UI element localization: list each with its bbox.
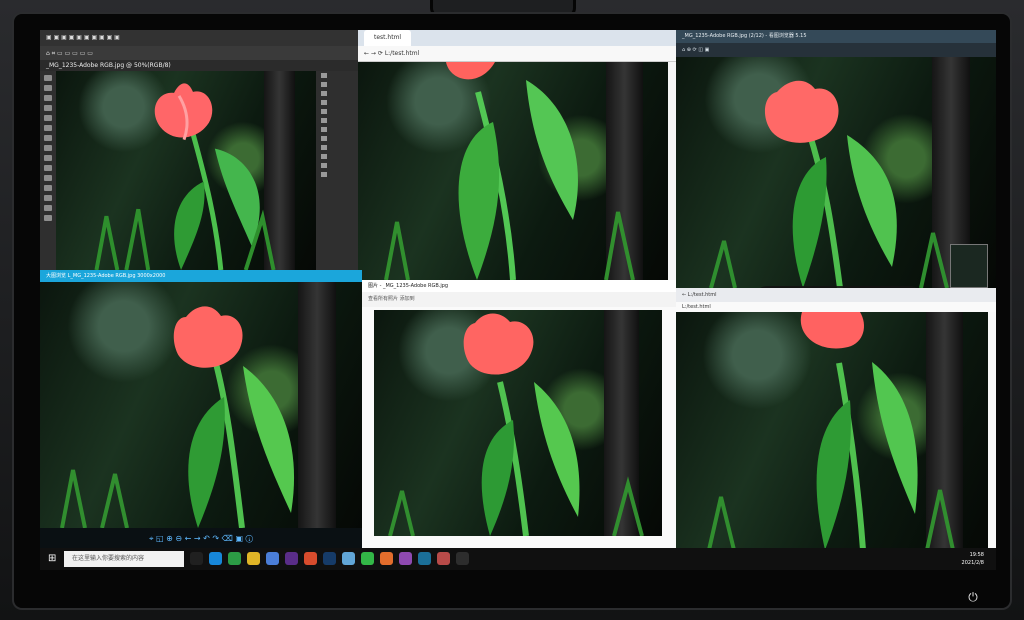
panel-item[interactable] bbox=[316, 89, 358, 98]
tool-icon[interactable] bbox=[44, 175, 52, 181]
power-icon[interactable]: ⏻ bbox=[966, 590, 980, 604]
app-icon[interactable] bbox=[190, 552, 203, 565]
tool-icon[interactable] bbox=[44, 95, 52, 101]
browser-window-lower-right[interactable]: ← L:/test.html L:/test.html bbox=[676, 288, 996, 550]
tulip-image bbox=[709, 80, 949, 288]
photoshop-toolbar[interactable] bbox=[40, 71, 56, 270]
viewer-toolbar[interactable]: ⌂ ⊕ ⟳ ◫ ▣ bbox=[676, 43, 996, 57]
panel-item[interactable] bbox=[316, 143, 358, 152]
windows-taskbar[interactable]: ⊞ 在这里输入你要搜索的内容 19:58 2021/2/8 bbox=[40, 548, 996, 570]
panel-item[interactable] bbox=[316, 161, 358, 170]
lower-left-image-toolbar[interactable]: ⌖ ◱ ⊕ ⊖ ← → ↶ ↷ ⌫ ▣ ⓘ bbox=[40, 528, 362, 550]
photo-viewer-window[interactable]: _MG_1235-Adobe RGB.jpg (2/12) - 看图浏览器 5.… bbox=[676, 30, 996, 288]
viewer-thumbnail[interactable] bbox=[950, 244, 988, 288]
app-icon[interactable] bbox=[361, 552, 374, 565]
app-icon[interactable] bbox=[456, 552, 469, 565]
photos-command-bar[interactable]: 查看所有照片 添加到 bbox=[362, 292, 676, 307]
image-viewer-lower-left[interactable]: 大图浏览 L_MG_1235-Adobe RGB.jpg 3000x2000 ⌖… bbox=[40, 270, 362, 550]
app-icon[interactable] bbox=[247, 552, 260, 565]
browser-address-bar[interactable]: ← → ⟳ L:/test.html bbox=[358, 46, 676, 62]
tool-icon[interactable] bbox=[44, 125, 52, 131]
windows-start-icon[interactable]: ⊞ bbox=[48, 554, 58, 564]
tool-icon[interactable] bbox=[44, 165, 52, 171]
taskbar-search-box[interactable]: 在这里输入你要搜索的内容 bbox=[64, 551, 184, 567]
tool-icon[interactable] bbox=[44, 115, 52, 121]
desktop-screen: ▣ ▣ ▣ ▣ ▣ ▣ ▣ ▣ ▣ ▣ ⌂ ⌗ ▭ ▭ ▭ ▭ ▭ _MG_12… bbox=[40, 30, 996, 570]
photos-title-bar[interactable]: 图片 - _MG_1235-Adobe RGB.jpg bbox=[362, 280, 676, 292]
mini-browser-tab-strip[interactable]: ← L:/test.html bbox=[676, 288, 996, 302]
browser-url-text[interactable]: L:/test.html bbox=[385, 50, 419, 57]
tulip-photo-browser-lower bbox=[676, 312, 988, 550]
app-icon[interactable] bbox=[342, 552, 355, 565]
taskbar-clock-date: 2021/2/8 bbox=[961, 560, 984, 566]
tulip-image bbox=[707, 312, 955, 550]
panel-item[interactable] bbox=[316, 80, 358, 89]
panel-item[interactable] bbox=[316, 71, 358, 80]
taskbar-clock-time: 19:58 bbox=[969, 552, 984, 558]
taskbar-app-icons[interactable] bbox=[190, 552, 840, 566]
tool-icon[interactable] bbox=[44, 185, 52, 191]
panel-item[interactable] bbox=[316, 170, 358, 179]
tool-icon[interactable] bbox=[44, 75, 52, 81]
photoshop-panels[interactable] bbox=[316, 71, 358, 270]
panel-item[interactable] bbox=[316, 107, 358, 116]
tulip-photo-canvas bbox=[56, 71, 316, 270]
browser-window-top-middle[interactable]: test.html ← → ⟳ L:/test.html bbox=[358, 30, 676, 280]
tulip-photo-lower-left bbox=[40, 282, 362, 528]
tulip-image bbox=[94, 83, 276, 270]
monitor-photo-scene: ⏻ ▣ ▣ ▣ ▣ ▣ ▣ ▣ ▣ ▣ ▣ ⌂ ⌗ ▭ ▭ ▭ ▭ ▭ _MG_… bbox=[0, 0, 1024, 620]
app-icon[interactable] bbox=[304, 552, 317, 565]
app-icon[interactable] bbox=[209, 552, 222, 565]
tool-icon[interactable] bbox=[44, 195, 52, 201]
mini-browser-tab[interactable]: L:/test.html bbox=[688, 292, 717, 298]
tulip-image bbox=[384, 62, 635, 280]
system-tray[interactable]: 19:58 2021/2/8 bbox=[896, 551, 984, 567]
photos-app-window[interactable]: 图片 - _MG_1235-Adobe RGB.jpg 查看所有照片 添加到 bbox=[362, 280, 676, 550]
tulip-photo-viewer: ▲ ☰ + − ↶ ↷ ▭ ◉ ‹ › bbox=[676, 57, 996, 288]
photoshop-menu-bar[interactable]: ▣ ▣ ▣ ▣ ▣ ▣ ▣ ▣ ▣ ▣ bbox=[40, 30, 358, 46]
mini-browser-fav-text[interactable]: L:/test.html bbox=[682, 304, 711, 310]
tulip-image bbox=[60, 306, 295, 528]
panel-item[interactable] bbox=[316, 152, 358, 161]
app-icon[interactable] bbox=[266, 552, 279, 565]
tool-icon[interactable] bbox=[44, 135, 52, 141]
browser-tab[interactable]: test.html bbox=[364, 30, 412, 46]
panel-item[interactable] bbox=[316, 116, 358, 125]
photoshop-document-tab[interactable]: _MG_1235-Adobe RGB.jpg @ 50%(RGB/8) bbox=[40, 60, 358, 71]
app-icon[interactable] bbox=[323, 552, 336, 565]
app-icon[interactable] bbox=[437, 552, 450, 565]
app-icon[interactable] bbox=[380, 552, 393, 565]
app-icon[interactable] bbox=[399, 552, 412, 565]
app-icon[interactable] bbox=[228, 552, 241, 565]
panel-item[interactable] bbox=[316, 134, 358, 143]
tool-icon[interactable] bbox=[44, 145, 52, 151]
tulip-image bbox=[388, 313, 644, 536]
mini-browser-favorites-bar[interactable]: L:/test.html bbox=[676, 302, 996, 312]
app-icon[interactable] bbox=[418, 552, 431, 565]
photoshop-window[interactable]: ▣ ▣ ▣ ▣ ▣ ▣ ▣ ▣ ▣ ▣ ⌂ ⌗ ▭ ▭ ▭ ▭ ▭ _MG_12… bbox=[40, 30, 358, 270]
tool-icon[interactable] bbox=[44, 215, 52, 221]
tool-icon[interactable] bbox=[44, 155, 52, 161]
tool-icon[interactable] bbox=[44, 105, 52, 111]
panel-item[interactable] bbox=[316, 125, 358, 134]
lower-left-title-bar[interactable]: 大图浏览 L_MG_1235-Adobe RGB.jpg 3000x2000 bbox=[40, 270, 362, 282]
tool-icon[interactable] bbox=[44, 205, 52, 211]
tulip-photo-photos-app bbox=[374, 310, 662, 536]
tulip-photo-browser bbox=[358, 62, 668, 280]
viewer-title-bar[interactable]: _MG_1235-Adobe RGB.jpg (2/12) - 看图浏览器 5.… bbox=[676, 30, 996, 43]
app-icon[interactable] bbox=[285, 552, 298, 565]
tool-icon[interactable] bbox=[44, 85, 52, 91]
browser-tab-strip[interactable]: test.html bbox=[358, 30, 676, 46]
panel-item[interactable] bbox=[316, 98, 358, 107]
